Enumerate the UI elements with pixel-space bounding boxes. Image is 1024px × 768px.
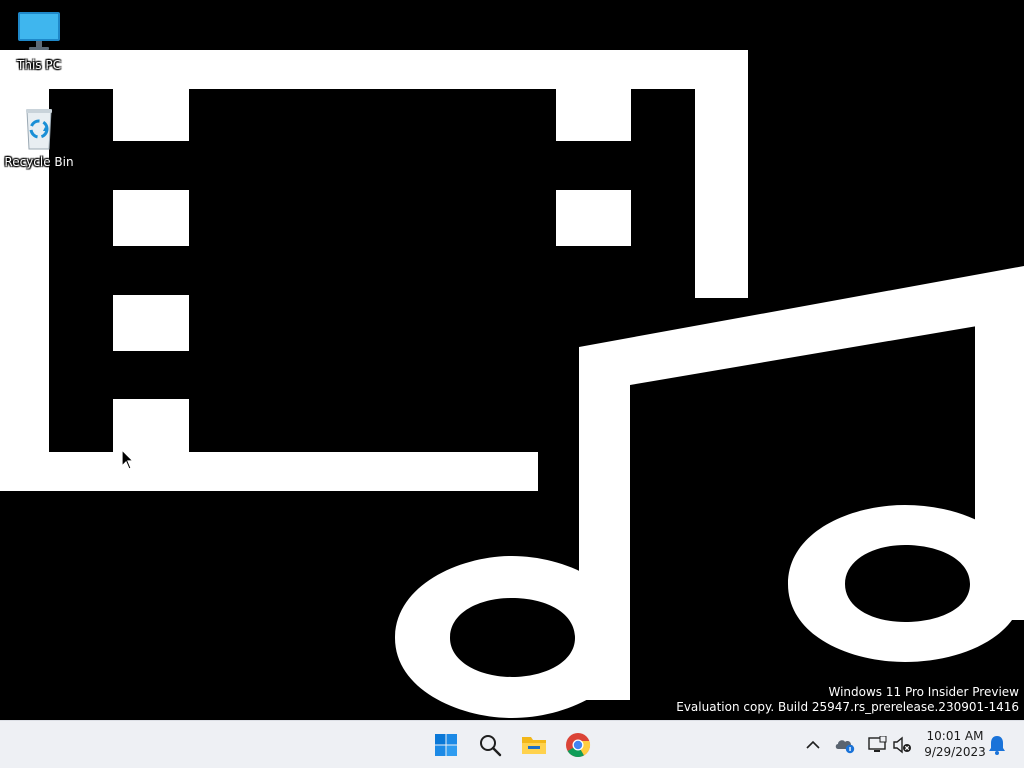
show-hidden-icons-button[interactable] xyxy=(801,733,825,757)
mouse-pointer-icon xyxy=(121,449,135,470)
watermark-edition: Windows 11 Pro Insider Preview xyxy=(828,685,1019,699)
folder-icon xyxy=(522,737,546,754)
bell-icon xyxy=(989,736,1005,755)
search-button[interactable] xyxy=(470,725,510,765)
onedrive-button[interactable] xyxy=(833,733,857,757)
watermark-build: Evaluation copy. Build 25947.rs_prerelea… xyxy=(676,700,1019,714)
chrome-icon xyxy=(566,733,591,758)
network-button[interactable] xyxy=(865,733,889,757)
desktop-icon-label: This PC xyxy=(17,58,61,72)
windows-start-icon xyxy=(435,734,457,756)
chevron-up-icon xyxy=(806,740,820,749)
taskbar: 10:01 AM 9/29/2023 xyxy=(0,720,1024,768)
search-icon xyxy=(480,735,502,757)
clock-date: 9/29/2023 xyxy=(924,745,986,759)
start-button[interactable] xyxy=(426,725,466,765)
network-icon xyxy=(868,736,887,752)
clock-button[interactable]: 10:01 AM 9/29/2023 xyxy=(920,728,990,760)
desktop-wallpaper xyxy=(0,0,1024,720)
volume-muted-icon xyxy=(893,736,911,754)
desktop-icon-this-pc[interactable]: This PC xyxy=(1,8,77,72)
notifications-button[interactable] xyxy=(985,733,1009,757)
desktop-icon-recycle-bin[interactable]: Recycle Bin xyxy=(1,105,77,169)
volume-button[interactable] xyxy=(890,733,914,757)
computer-monitor-icon xyxy=(15,8,63,56)
windows-evaluation-watermark: Windows 11 Pro Insider Preview Evaluatio… xyxy=(676,685,1019,715)
onedrive-icon xyxy=(835,740,855,754)
clock-time: 10:01 AM xyxy=(926,729,984,743)
recycle-bin-icon xyxy=(15,105,63,153)
desktop-icon-label: Recycle Bin xyxy=(4,155,74,169)
file-explorer-button[interactable] xyxy=(514,725,554,765)
chrome-button[interactable] xyxy=(558,725,598,765)
